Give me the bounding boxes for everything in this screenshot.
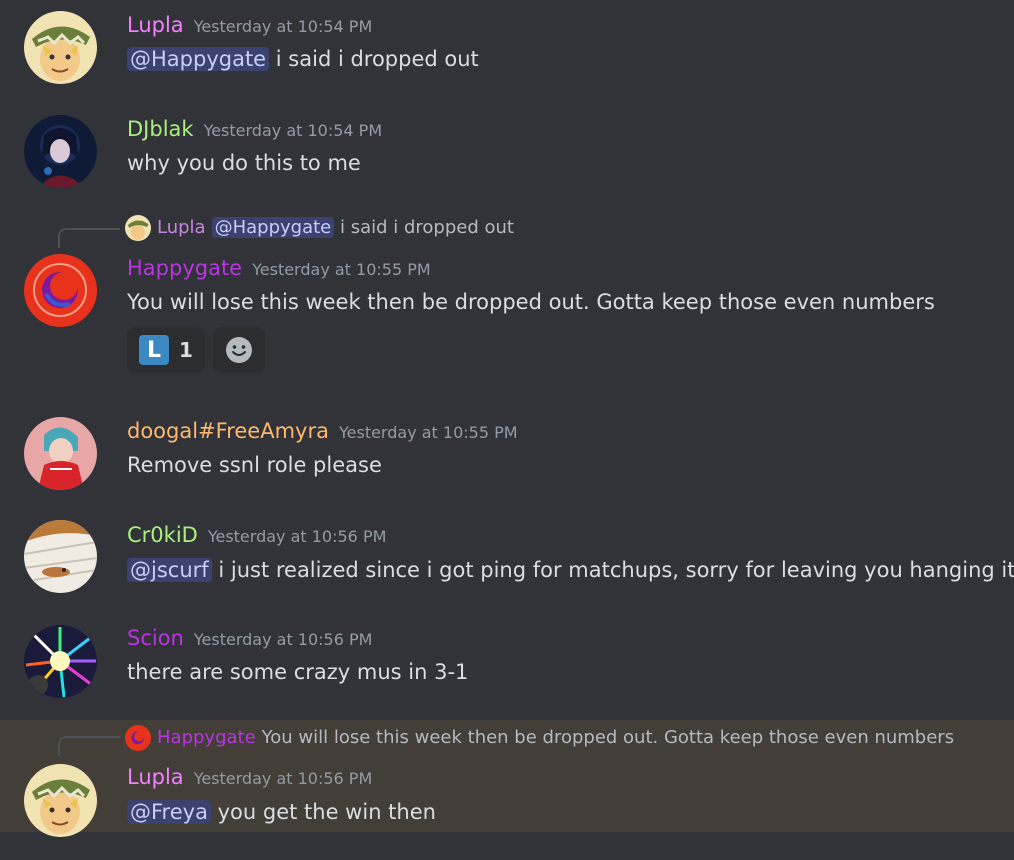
avatar-happygate[interactable] <box>24 254 97 327</box>
reaction-count: 1 <box>179 338 193 362</box>
reply-preview[interactable]: Lupla @Happygate i said i dropped out <box>125 215 514 241</box>
user-mention[interactable]: @Happygate <box>127 47 270 71</box>
message-text: why you do this to me <box>127 151 361 175</box>
timestamp: Yesterday at 10:56 PM <box>207 527 387 546</box>
reply-mention[interactable]: @Happygate <box>211 217 335 238</box>
avatar-scion[interactable] <box>24 625 97 698</box>
message-content: @Happygate i said i dropped out <box>127 43 479 75</box>
reply-username[interactable]: Happygate <box>157 727 256 748</box>
avatar-lupla[interactable] <box>24 764 97 837</box>
username[interactable]: Scion <box>127 626 184 650</box>
username[interactable]: Lupla <box>127 13 184 37</box>
reply-avatar <box>125 725 151 751</box>
timestamp: Yesterday at 10:54 PM <box>193 17 373 36</box>
username[interactable]: DJblak <box>127 117 194 141</box>
add-reaction-button[interactable] <box>212 327 265 373</box>
timestamp: Yesterday at 10:56 PM <box>193 769 373 788</box>
timestamp: Yesterday at 10:55 PM <box>338 423 518 442</box>
user-mention[interactable]: @jscurf <box>127 558 212 582</box>
message-item-highlighted[interactable]: Happygate You will lose this week then be… <box>0 720 1014 837</box>
message-content: @Freya you get the win then <box>127 796 436 828</box>
letter-l-emoji-icon: L <box>139 335 169 365</box>
user-mention[interactable]: @Freya <box>127 800 211 824</box>
message-item[interactable]: DJblak Yesterday at 10:54 PM why you do t… <box>0 100 1014 200</box>
message-item[interactable]: Lupla Yesterday at 10:54 PM @Happygate i … <box>0 0 1014 100</box>
message-text: Remove ssnl role please <box>127 453 382 477</box>
message-content: why you do this to me <box>127 147 361 179</box>
message-content: there are some crazy mus in 3-1 <box>127 656 468 688</box>
message-text: i said i dropped out <box>269 47 479 71</box>
reactions-bar: L 1 <box>127 327 265 373</box>
message-content: Remove ssnl role please <box>127 449 382 481</box>
reply-avatar <box>125 215 151 241</box>
message-item[interactable]: Cr0kiD Yesterday at 10:56 PM @jscurf i ju… <box>0 504 1014 608</box>
username[interactable]: Happygate <box>127 256 242 280</box>
reply-connector <box>58 736 120 756</box>
smiley-face-icon <box>225 337 252 363</box>
chat-log: Lupla Yesterday at 10:54 PM @Happygate i … <box>0 0 1014 860</box>
avatar-doogal[interactable] <box>24 417 97 490</box>
timestamp: Yesterday at 10:56 PM <box>193 630 373 649</box>
message-item[interactable]: Lupla @Happygate i said i dropped out Hap… <box>0 200 1014 400</box>
username[interactable]: doogal#FreeAmyra <box>127 419 329 443</box>
avatar-lupla[interactable] <box>24 11 97 84</box>
message-content: You will lose this week then be dropped … <box>127 286 935 318</box>
message-content: @jscurf i just realized since i got ping… <box>127 554 1014 586</box>
timestamp: Yesterday at 10:54 PM <box>203 121 383 140</box>
message-item[interactable]: doogal#FreeAmyra Yesterday at 10:55 PM Re… <box>0 400 1014 504</box>
avatar-cr0kid[interactable] <box>24 520 97 593</box>
message-text: you get the win then <box>210 800 436 824</box>
reply-preview[interactable]: Happygate You will lose this week then be… <box>125 725 954 751</box>
reply-username[interactable]: Lupla <box>157 217 206 238</box>
avatar-djblak[interactable] <box>24 115 97 188</box>
reply-text: You will lose this week then be dropped … <box>261 727 955 748</box>
timestamp: Yesterday at 10:55 PM <box>252 260 431 279</box>
reaction-l[interactable]: L 1 <box>127 327 205 373</box>
message-text: You will lose this week then be dropped … <box>127 290 935 314</box>
message-text: there are some crazy mus in 3-1 <box>127 660 469 684</box>
username[interactable]: Cr0kiD <box>127 523 198 547</box>
username[interactable]: Lupla <box>127 765 184 789</box>
message-item[interactable]: Scion Yesterday at 10:56 PM there are som… <box>0 608 1014 720</box>
reply-connector <box>58 228 120 248</box>
reply-text: i said i dropped out <box>334 217 514 238</box>
message-text: i just realized since i got ping for mat… <box>211 558 1014 582</box>
